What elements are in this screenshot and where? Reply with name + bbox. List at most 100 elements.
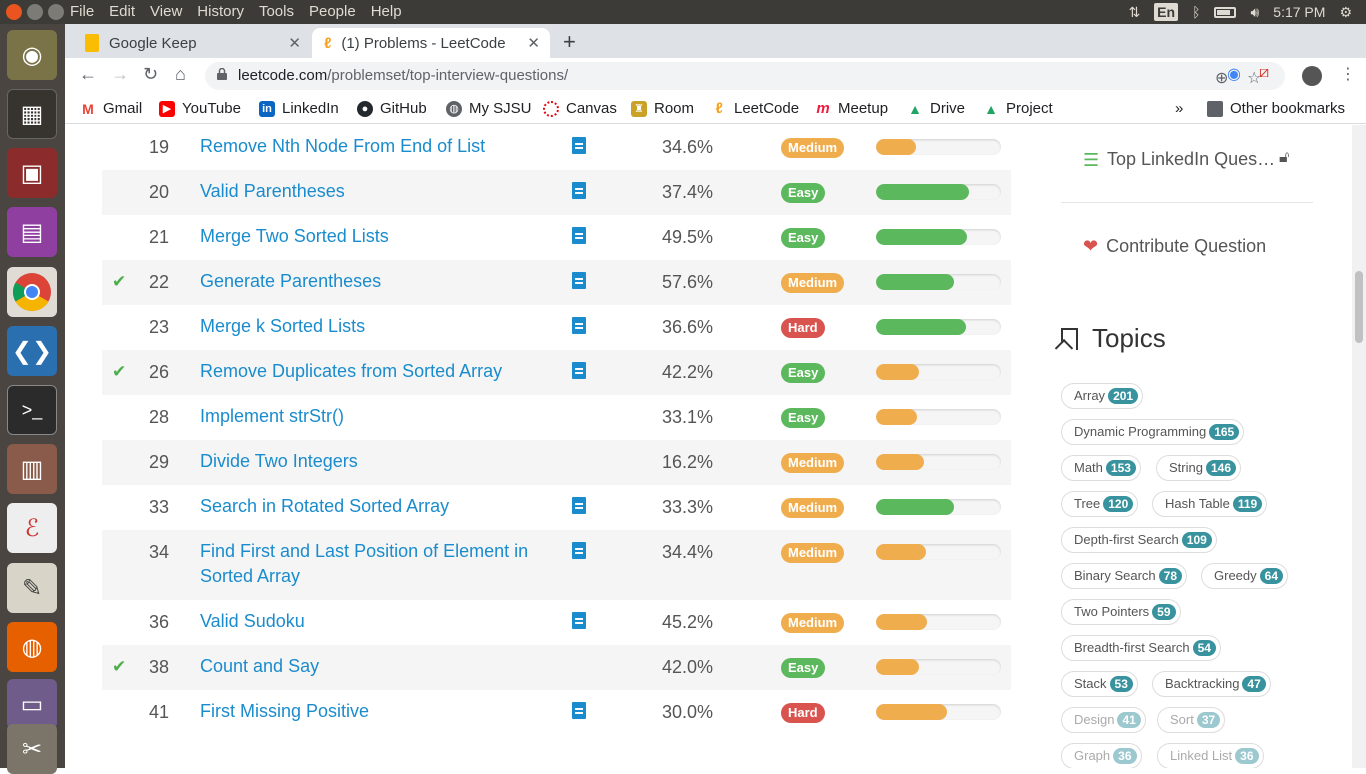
problem-title-link[interactable]: Remove Nth Node From End of List [200,134,530,159]
clock[interactable]: 5:17 PM [1273,4,1325,20]
topic-tag[interactable]: Two Pointers 59 [1061,599,1181,625]
topic-tag[interactable]: Sort 37 [1157,707,1226,733]
tab-close-icon[interactable]: ✕ [288,34,301,52]
topic-tag[interactable]: Stack 53 [1061,671,1138,697]
back-arrow-icon[interactable]: ← [79,64,97,85]
problem-title-link[interactable]: Divide Two Integers [200,449,530,474]
menu-edit[interactable]: Edit [109,3,135,20]
files-icon[interactable]: ▤ [7,207,57,257]
workspace-switcher-icon[interactable]: ▦ [7,89,57,139]
bookmark-canvas[interactable]: Canvas [543,100,617,117]
solution-article-icon[interactable] [572,272,586,289]
solution-article-icon[interactable] [572,362,586,379]
solution-article-icon[interactable] [572,497,586,514]
text-editor-icon[interactable]: ✎ [7,563,57,613]
extension-icon[interactable]: ◉ [1227,64,1241,84]
topic-tag[interactable]: Graph 36 [1061,743,1142,768]
solution-article-icon[interactable] [572,137,586,154]
menu-file[interactable]: File [70,3,94,20]
page-scrollbar[interactable] [1352,125,1366,768]
forward-arrow-icon[interactable]: → [111,64,129,85]
solution-article-icon[interactable] [572,612,586,629]
bookmark-gmail[interactable]: M Gmail [80,100,142,117]
problem-title-link[interactable]: Find First and Last Position of Element … [200,539,530,589]
topic-tag[interactable]: Hash Table 119 [1152,491,1268,517]
tab-close-icon[interactable]: ✕ [527,34,540,52]
bookmark-linkedin[interactable]: in LinkedIn [259,100,339,117]
screenshot-icon[interactable]: ▭ [7,679,57,729]
scrollbar-thumb[interactable] [1355,271,1363,343]
topic-tag[interactable]: Depth-first Search 109 [1061,527,1217,553]
keyboard-layout-indicator[interactable]: En [1154,3,1179,21]
bluetooth-icon[interactable]: ᛒ [1192,4,1200,20]
bookmark-drive[interactable]: ▲ Drive [907,100,965,117]
menu-help[interactable]: Help [371,3,402,20]
address-bar[interactable]: leetcode.com/problemset/top-interview-qu… [205,62,1285,90]
contribute-question-link[interactable]: ❤ Contribute Question [1083,236,1266,257]
firefox-icon[interactable]: ◍ [7,622,57,672]
top-linkedin-questions-list[interactable]: ☰ Top LinkedIn Ques… 🔓︎ [1061,125,1313,203]
tab-google-keep[interactable]: Google Keep ✕ [73,28,311,58]
problem-title-link[interactable]: First Missing Positive [200,699,530,724]
problem-title-link[interactable]: Valid Sudoku [200,609,530,634]
topic-tag[interactable]: Binary Search 78 [1061,563,1188,589]
window-close-button[interactable] [6,4,22,20]
document-viewer-icon[interactable]: ℰ [7,503,57,553]
topic-tag[interactable]: Design 41 [1061,707,1146,733]
problem-title-link[interactable]: Search in Rotated Sorted Array [200,494,530,519]
menu-tools[interactable]: Tools [259,3,294,20]
battery-icon[interactable] [1214,6,1237,18]
trash-icon[interactable]: ✂ [7,724,57,774]
topic-tag[interactable]: Tree 120 [1061,491,1139,517]
chrome-icon[interactable] [7,267,57,317]
topic-tag[interactable]: Dynamic Programming 165 [1061,419,1245,445]
solution-article-icon[interactable] [572,542,586,559]
terminal-icon[interactable]: >_ [7,385,57,435]
topic-tag[interactable]: String 146 [1156,455,1241,481]
topic-tag[interactable]: Math 153 [1061,455,1141,481]
vscode-icon[interactable]: ❮❯ [7,326,57,376]
bookmark-meetup[interactable]: m Meetup [815,100,888,117]
network-icon[interactable]: ⇅ [1128,4,1140,21]
profile-avatar[interactable] [1302,66,1322,86]
bookmark-github[interactable]: ● GitHub [357,100,427,117]
topic-tag[interactable]: Linked List 36 [1157,743,1264,768]
other-bookmarks[interactable]: Other bookmarks [1207,100,1345,117]
solution-article-icon[interactable] [572,317,586,334]
problem-title-link[interactable]: Merge Two Sorted Lists [200,224,530,249]
problem-title-link[interactable]: Merge k Sorted Lists [200,314,530,339]
reload-icon[interactable]: ↻ [143,64,158,85]
bookmark-project[interactable]: ▲ Project [983,100,1053,117]
topic-tag[interactable]: Backtracking 47 [1152,671,1271,697]
settings-gear-icon[interactable]: ⚙ [1339,4,1352,21]
problem-title-link[interactable]: Implement strStr() [200,404,530,429]
solution-article-icon[interactable] [572,227,586,244]
bookmark-youtube[interactable]: ▶ YouTube [159,100,241,117]
new-tab-button[interactable]: + [563,29,576,55]
file-cabinet-icon[interactable]: ▥ [7,444,57,494]
problem-title-link[interactable]: Valid Parentheses [200,179,530,204]
bookmark-leetcode[interactable]: ℓ LeetCode [711,100,799,117]
pdf-extension-icon[interactable]: ⧄ [1259,64,1269,82]
solution-article-icon[interactable] [572,702,586,719]
topic-tag[interactable]: Greedy 64 [1201,563,1288,589]
volume-icon[interactable]: 🔊︎ [1250,4,1259,21]
menu-view[interactable]: View [150,3,182,20]
remmina-icon[interactable]: ▣ [7,148,57,198]
solution-article-icon[interactable] [572,182,586,199]
bookmarks-overflow-button[interactable]: » [1175,100,1183,117]
window-maximize-button[interactable] [48,4,64,20]
ubuntu-dash-icon[interactable]: ◉ [7,30,57,80]
problem-title-link[interactable]: Count and Say [200,654,530,679]
menu-people[interactable]: People [309,3,356,20]
home-icon[interactable]: ⌂ [175,64,186,85]
kebab-menu-icon[interactable]: ⋮ [1340,64,1356,84]
bookmark-room[interactable]: ♜ Room [631,100,694,117]
topic-tag[interactable]: Array 201 [1061,383,1144,409]
problem-title-link[interactable]: Remove Duplicates from Sorted Array [200,359,530,384]
tab-leetcode[interactable]: ℓ (1) Problems - LeetCode ✕ [312,28,550,58]
bookmark-my-sjsu[interactable]: ◍ My SJSU [446,100,532,117]
topic-tag[interactable]: Breadth-first Search 54 [1061,635,1221,661]
window-minimize-button[interactable] [27,4,43,20]
problem-title-link[interactable]: Generate Parentheses [200,269,530,294]
